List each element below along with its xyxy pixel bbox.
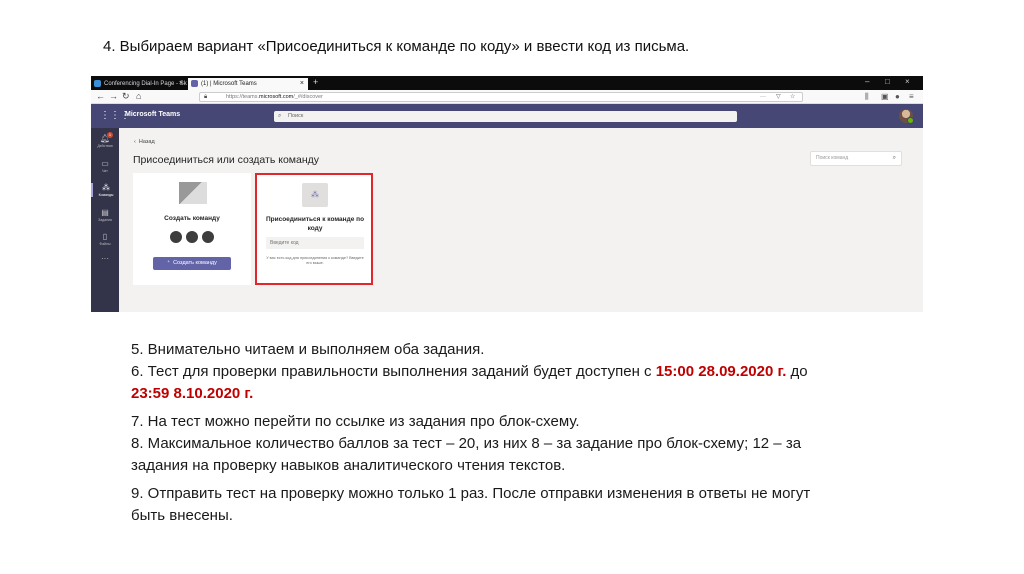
instruction-8-cont: задания на проверку навыков аналитическо… [131,457,566,474]
join-hint: У вас есть код для присоединения к коман… [266,256,364,265]
lock-icon: 🔒︎ [204,94,208,100]
browser-tab-conferencing[interactable]: Conferencing Dial-In Page - Sk × [91,78,187,90]
url-domain: microsoft.com [259,94,294,100]
instruction-5: 5. Внимательно читаем и выполняем оба за… [131,341,485,358]
rail-label: Действия [97,144,113,148]
avatar [169,230,183,244]
assignments-icon: ▤ [101,208,109,217]
slide-heading: 4. Выбираем вариант «Присоединиться к ко… [103,38,690,55]
browser-tab-teams[interactable]: (1) | Microsoft Teams × [188,78,308,90]
create-team-illustration [179,182,207,204]
account-icon[interactable]: ● [895,92,900,101]
avatar [185,230,199,244]
search-input[interactable]: ⌕ Поиск [274,111,737,122]
sidebar-icon[interactable]: ▣ [881,92,889,101]
create-team-button-label: Создать команду [173,260,217,266]
rail-label: Файлы [99,242,111,246]
rail-item-activity[interactable]: 1 🔔︎ Действия [91,132,119,148]
more-actions-icon[interactable]: ··· [760,93,766,101]
back-arrow-icon[interactable]: ← [96,91,105,101]
back-label: Назад [138,139,155,145]
reload-icon[interactable]: ↻ [122,91,130,102]
home-icon[interactable]: ⌂ [136,91,141,101]
search-teams-input[interactable]: Поиск команд ⌕ [810,151,902,166]
bookmark-star-icon[interactable]: ☆ [790,93,795,101]
rail-label: Задания [98,218,112,222]
app-rail: 1 🔔︎ Действия ▭ Чат ⁂ Команды ▤ Задания … [91,128,119,312]
chat-icon: ▭ [101,159,109,168]
join-team-title: Присоединиться к команде по коду [265,216,365,232]
teams-screenshot: Conferencing Dial-In Page - Sk × (1) | M… [91,76,923,312]
teams-header: ⋮⋮⋮ Microsoft Teams ⌕ Поиск [91,104,923,128]
tab-label: Conferencing Dial-In Page - Sk [104,81,187,87]
start-datetime: 15:00 28.09.2020 г. [655,363,787,380]
rail-item-chat[interactable]: ▭ Чат [91,159,119,173]
teams-icon: ⁂ [302,183,328,207]
instruction-9: 9. Отправить тест на проверку можно толь… [131,485,811,502]
minimize-icon[interactable]: – [865,77,869,86]
close-tab-icon[interactable]: × [300,78,304,90]
search-placeholder: Поиск [288,113,304,119]
create-team-title: Создать команду [164,215,220,222]
member-avatars [169,230,219,244]
pocket-icon[interactable]: ▽ [776,93,781,101]
menu-icon[interactable]: ≡ [909,92,914,101]
files-icon: ▯ [102,232,108,241]
rail-more-apps[interactable]: ··· [91,254,119,264]
url-path: /_#/discover [293,94,323,100]
end-datetime: 23:59 8.10.2020 г. [131,385,254,402]
avatar[interactable] [899,109,914,124]
rail-label: Команды [98,193,114,197]
instruction-7: 7. На тест можно перейти по ссылке из за… [131,413,580,430]
page-title: Присоединиться или создать команду [133,154,320,166]
bell-icon: 🔔︎ [99,134,111,143]
browser-tab-bar: Conferencing Dial-In Page - Sk × (1) | M… [91,76,923,90]
url-bar[interactable]: 🔒︎ https://teams.microsoft.com/_#/discov… [199,92,803,102]
close-tab-icon[interactable]: × [179,78,183,90]
teams-icon: ⁂ [102,183,110,192]
rail-item-files[interactable]: ▯ Файлы [91,232,119,246]
app-title: Microsoft Teams [125,111,181,118]
more-icon: ··· [101,254,109,263]
create-team-button[interactable]: ⁺ Создать команду [153,257,231,270]
instruction-9-cont: быть внесены. [131,507,233,524]
instruction-6-to: до [786,363,808,380]
create-team-card[interactable]: Создать команду ⁺ Создать команду [133,173,251,285]
join-team-card[interactable]: ⁂ Присоединиться к команде по коду У вас… [255,173,373,285]
notification-badge: 1 [107,132,113,138]
instruction-8: 8. Максимальное количество баллов за тес… [131,435,802,452]
avatar [201,230,215,244]
search-icon: ⌕ [892,155,896,161]
rail-item-assignments[interactable]: ▤ Задания [91,208,119,222]
new-tab-icon[interactable]: + [313,77,318,87]
back-link[interactable]: ‹ Назад [134,139,155,145]
forward-arrow-icon[interactable]: → [109,91,118,101]
skype-favicon-icon [94,80,101,87]
library-icon[interactable]: ⫼ [865,92,869,102]
close-window-icon[interactable]: × [905,77,910,86]
teams-favicon-icon [191,80,198,87]
rail-item-teams[interactable]: ⁂ Команды [91,183,119,197]
instruction-6-text: 6. Тест для проверки правильности выполн… [131,363,656,380]
instruction-6: 6. Тест для проверки правильности выполн… [131,361,808,383]
address-toolbar: ← → ↻ ⌂ 🔒︎ https://teams.microsoft.com/_… [91,90,923,104]
maximize-icon[interactable]: □ [885,77,890,86]
team-code-input[interactable] [266,237,364,249]
tab-label: (1) | Microsoft Teams [201,81,257,87]
url-prefix: https://teams. [226,94,260,100]
search-icon: ⌕ [278,113,282,119]
rail-label: Чат [102,169,108,173]
search-teams-placeholder: Поиск команд [816,155,849,161]
